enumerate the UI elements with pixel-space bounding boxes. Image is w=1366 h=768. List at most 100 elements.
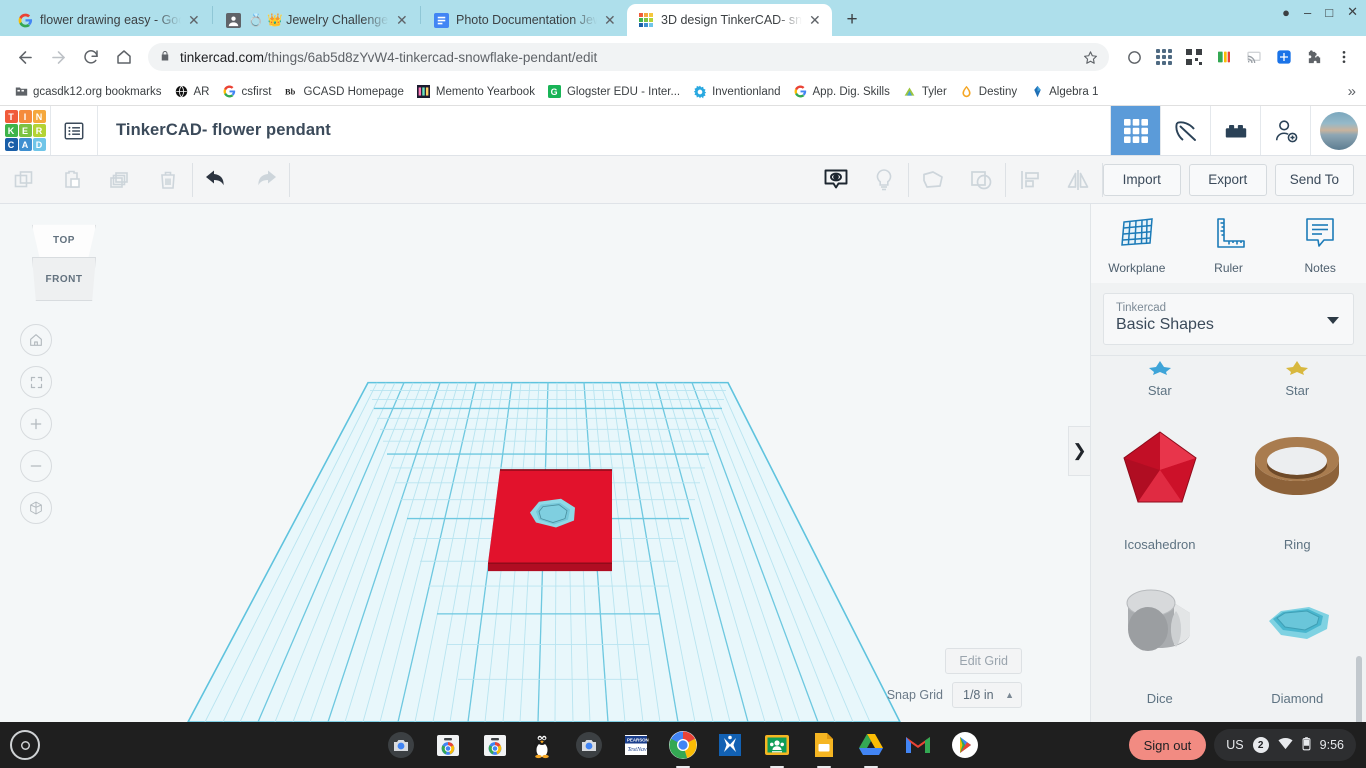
system-tray[interactable]: US 2 9:56 (1214, 729, 1356, 761)
bookmark-glogster[interactable]: G Glogster EDU - Inter... (543, 82, 685, 102)
project-menu-button[interactable] (50, 106, 98, 155)
redo-icon[interactable] (241, 156, 289, 203)
panel-collapse-handle[interactable]: ❯ (1068, 426, 1090, 476)
home-view-icon[interactable] (20, 324, 52, 356)
blocks-icon[interactable] (1210, 106, 1260, 155)
apps-grid-icon[interactable] (1152, 45, 1176, 69)
bookmark-destiny[interactable]: Destiny (955, 82, 1022, 102)
mirror-icon[interactable] (1054, 156, 1102, 203)
bookmark-algebra-1[interactable]: Algebra 1 (1025, 82, 1103, 102)
chrome-box2-app-icon[interactable] (480, 730, 510, 760)
bookmark-gcasd-folder[interactable]: gcasdk12.org bookmarks (9, 82, 166, 102)
copy-icon[interactable] (0, 156, 48, 203)
shape-library-picker[interactable]: Tinkercad Basic Shapes (1103, 293, 1354, 345)
back-arrow-icon[interactable] (10, 42, 40, 72)
record-icon[interactable] (1122, 45, 1146, 69)
perspective-toggle-icon[interactable] (20, 492, 52, 524)
shape-item-ring[interactable]: Ring (1229, 404, 1366, 558)
apps-grid-icon[interactable] (1110, 106, 1160, 155)
qr-code-icon[interactable] (1182, 45, 1206, 69)
extension-blue-icon[interactable] (1272, 45, 1296, 69)
bookmark-inventionland[interactable]: Inventionland (688, 82, 785, 102)
collections-icon[interactable] (1212, 45, 1236, 69)
star-icon[interactable] (1083, 50, 1098, 65)
home-icon[interactable] (109, 42, 139, 72)
puzzle-icon[interactable] (1302, 45, 1326, 69)
bookmark-memento-yearbook[interactable]: Memento Yearbook (412, 82, 540, 102)
light-bulb-icon[interactable] (860, 156, 908, 203)
shape-item-diamond[interactable]: Diamond (1229, 558, 1366, 712)
browser-tab-1[interactable]: 💍 👑 Jewelry Challenge using T ✕ (214, 4, 419, 36)
shape-grid-scrollbar[interactable] (1356, 656, 1362, 722)
camera-app-icon[interactable] (386, 730, 416, 760)
chrome-icon[interactable] (668, 730, 698, 760)
bookmarks-overflow-button[interactable]: » (1348, 83, 1356, 100)
shape-item-dice[interactable]: Dice (1091, 558, 1229, 712)
google-classroom-icon[interactable] (762, 730, 792, 760)
edit-grid-button[interactable]: Edit Grid (945, 648, 1022, 674)
delete-icon[interactable] (144, 156, 192, 203)
new-tab-button[interactable]: + (838, 6, 866, 34)
show-hide-icon[interactable] (812, 156, 860, 203)
snap-grid-select[interactable]: 1/8 in ▲ (952, 682, 1022, 708)
google-slides-icon[interactable] (809, 730, 839, 760)
chrome-box-app-icon[interactable] (433, 730, 463, 760)
zoom-in-icon[interactable] (20, 408, 52, 440)
pickaxe-icon[interactable] (1160, 106, 1210, 155)
forward-arrow-icon[interactable] (43, 42, 73, 72)
browser-tab-2[interactable]: Photo Documentation Jewelry C ✕ (422, 4, 627, 36)
avatar[interactable] (1310, 106, 1366, 155)
gmail-icon[interactable] (903, 730, 933, 760)
import-button[interactable]: Import (1103, 164, 1181, 196)
linux-terminal-icon[interactable] (527, 730, 557, 760)
send-to-button[interactable]: Send To (1275, 164, 1354, 196)
reload-icon[interactable] (76, 42, 106, 72)
3d-canvas[interactable]: TOP FRONT Edit Grid Snap G (0, 204, 1090, 722)
minimize-icon[interactable]: ● (1282, 5, 1290, 20)
close-icon[interactable]: ✕ (604, 13, 618, 27)
shape-item-star-gold[interactable]: Star (1229, 356, 1366, 404)
launcher-icon[interactable] (10, 730, 40, 760)
tinkercad-logo[interactable]: T I N K E R C A D (0, 106, 50, 155)
add-person-icon[interactable] (1260, 106, 1310, 155)
cast-icon[interactable] (1242, 45, 1266, 69)
zoom-out-icon[interactable] (20, 450, 52, 482)
duplicate-icon[interactable] (96, 156, 144, 203)
ruler-tool[interactable]: Ruler (1183, 216, 1275, 275)
ungroup-icon[interactable] (957, 156, 1005, 203)
play-store-icon[interactable] (950, 730, 980, 760)
undo-icon[interactable] (193, 156, 241, 203)
exam-x-icon[interactable] (715, 730, 745, 760)
bookmark-tyler[interactable]: Tyler (898, 82, 952, 102)
close-window-icon[interactable]: ✕ (1347, 4, 1358, 20)
paste-icon[interactable] (48, 156, 96, 203)
export-button[interactable]: Export (1189, 164, 1267, 196)
view-cube-top-face[interactable]: TOP (32, 222, 96, 258)
google-drive-icon[interactable] (856, 730, 886, 760)
chevron-down-icon[interactable] (1327, 317, 1339, 324)
restore-icon[interactable]: □ (1325, 5, 1333, 20)
sign-out-button[interactable]: Sign out (1129, 730, 1207, 760)
address-bar[interactable]: tinkercad.com/things/6ab5d8zYvW4-tinkerc… (148, 43, 1109, 71)
bookmark-app-dig-skills[interactable]: App. Dig. Skills (789, 82, 895, 102)
camera2-app-icon[interactable] (574, 730, 604, 760)
close-icon[interactable]: ✕ (809, 13, 823, 27)
menu-dots-icon[interactable] (1332, 45, 1356, 69)
view-cube-front-face[interactable]: FRONT (32, 257, 96, 301)
close-icon[interactable]: ✕ (396, 13, 410, 27)
view-cube[interactable]: TOP FRONT (22, 222, 107, 300)
maximize-icon[interactable]: – (1304, 5, 1311, 20)
shape-item-star-blue[interactable]: Star (1091, 356, 1229, 404)
bookmark-ar[interactable]: AR (169, 82, 214, 102)
close-icon[interactable]: ✕ (188, 13, 202, 27)
shape-item-icosahedron[interactable]: Icosahedron (1091, 404, 1229, 558)
fit-to-view-icon[interactable] (20, 366, 52, 398)
group-icon[interactable] (909, 156, 957, 203)
notes-tool[interactable]: Notes (1274, 216, 1366, 275)
browser-tab-0[interactable]: flower drawing easy - Google Sea ✕ (6, 4, 211, 36)
testnav-icon[interactable]: PEARSONTestNav (621, 730, 651, 760)
workplane-tool[interactable]: Workplane (1091, 216, 1183, 275)
align-icon[interactable] (1006, 156, 1054, 203)
bookmark-gcasd-homepage[interactable]: Bb GCASD Homepage (280, 82, 409, 102)
bookmark-csfirst[interactable]: csfirst (217, 82, 276, 102)
